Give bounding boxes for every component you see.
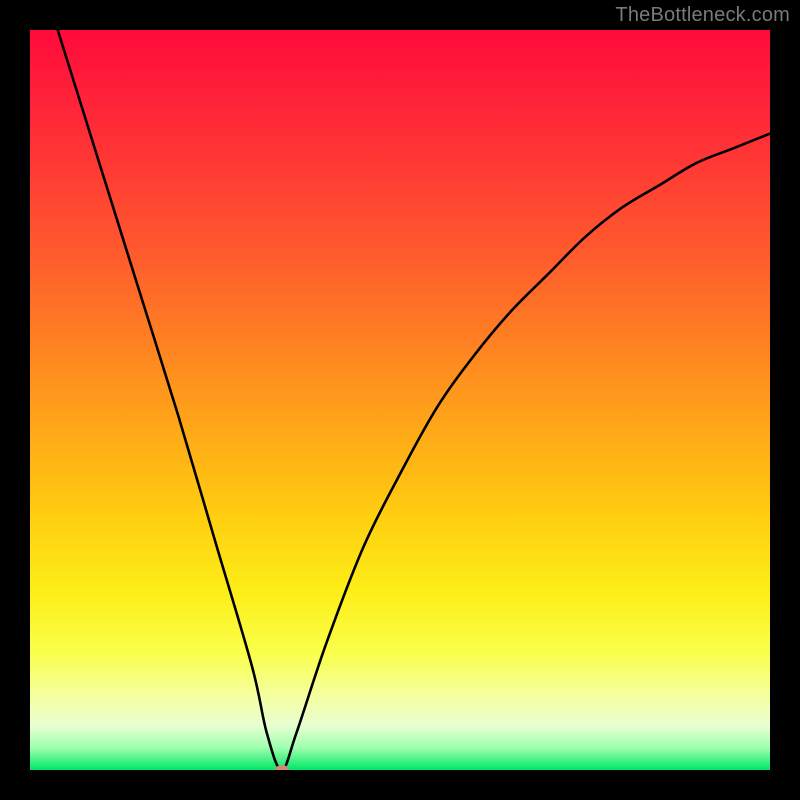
watermark-label: TheBottleneck.com bbox=[615, 4, 790, 27]
chart-frame: TheBottleneck.com bbox=[0, 0, 800, 800]
bottleneck-curve bbox=[30, 30, 770, 770]
curve-svg bbox=[30, 30, 770, 770]
minimum-marker-icon bbox=[275, 765, 289, 770]
plot-area bbox=[30, 30, 770, 770]
